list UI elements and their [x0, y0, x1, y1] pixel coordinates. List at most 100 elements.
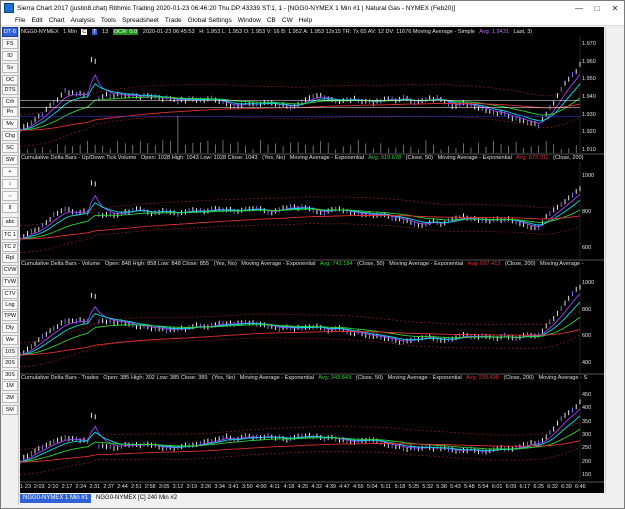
time-axis-label: 3:12 — [172, 484, 184, 490]
toolbar-button-dts[interactable]: DTS — [2, 85, 18, 95]
panel-flags: (Yes, No) — [262, 155, 286, 161]
updown-axis-label: 800 — [582, 209, 592, 215]
toolbar-button-cvw[interactable]: CVW — [2, 265, 18, 275]
time-axis-label: 1-23 — [20, 484, 32, 490]
ema-slow-label: Moving Average - Exponential — [437, 155, 512, 161]
toolbar-button-log[interactable]: Log — [2, 300, 18, 310]
ema-slow-value: Avg: 330.498 — [466, 375, 499, 381]
upper-band-line — [20, 196, 581, 226]
toolbar-button--[interactable]: ⇕ — [2, 203, 18, 213]
tab-chart-1[interactable]: NGG0-NYMEX 1 Min #1 — [20, 494, 92, 503]
toolbar-button-sc[interactable]: SC — [2, 143, 18, 153]
menu-chart[interactable]: Chart — [49, 17, 65, 24]
menu-bar: File Edit Chart Analysis Tools Spreadshe… — [1, 15, 624, 26]
toolbar-button-sw[interactable]: SW — [2, 155, 18, 165]
menu-cw[interactable]: CW — [282, 17, 293, 24]
panel-stats: Open: 1028 High: 1043 Low: 1028 Close: 1… — [140, 155, 258, 161]
time-axis-label: 6:46 — [575, 484, 586, 490]
toolbar-button-oc[interactable]: OC — [2, 75, 18, 85]
time-axis-label: 4:25 — [297, 484, 309, 490]
time-axis-label: 6:09 — [505, 484, 517, 490]
updown-axis-label: 600 — [582, 245, 592, 251]
time-axis-label: 4:55 — [353, 484, 364, 490]
time-axis-label: 4:39 — [325, 484, 336, 490]
menu-help[interactable]: Help — [299, 17, 312, 24]
menu-tools[interactable]: Tools — [101, 17, 116, 24]
toolbar-button-tc-2[interactable]: TC 2 — [2, 242, 18, 252]
vertical-scale-bar[interactable] — [605, 27, 622, 493]
time-axis-label: 5:04 — [366, 484, 378, 490]
toolbar-button-crh[interactable]: Crh — [2, 97, 18, 107]
toolbar-button-pn[interactable]: Pn — [2, 107, 18, 117]
toolbar-button-sv[interactable]: Sv — [2, 63, 18, 73]
chart-tab-bar: NGG0-NYMEX 1 Min #1 NGG0-NYMEX [C] 240 M… — [20, 493, 620, 504]
time-axis-label: 5:38 — [436, 484, 447, 490]
trades-axis-label: 400 — [582, 405, 592, 412]
toolbar-button-30s[interactable]: 30S — [2, 370, 18, 380]
toolbar-button-abc[interactable]: abc — [2, 217, 18, 227]
volume-axis-label: 400 — [582, 360, 592, 366]
menu-spreadsheet[interactable]: Spreadsheet — [122, 17, 159, 24]
toolbar-button-1m[interactable]: 1M — [2, 381, 18, 391]
toolbar-button-dly[interactable]: Dly — [2, 323, 18, 333]
time-axis-label: 4:11 — [269, 484, 281, 490]
interval-label: 1 Min — [63, 29, 77, 35]
toolbar-button-5m[interactable]: 5M — [2, 405, 18, 415]
toolbar-button-id[interactable]: ID — [2, 51, 18, 61]
toolbar-button-dt-6[interactable]: DT-6 — [2, 27, 18, 37]
toolbar-button-chg[interactable]: Chg — [2, 131, 18, 141]
ocr-box: OCR: 0.0 — [112, 29, 139, 35]
toolbar-button--[interactable]: ↕ — [2, 179, 18, 189]
toolbar-button-rpl[interactable]: Rpl — [2, 253, 18, 263]
toolbar-button-20s[interactable]: 20S — [2, 358, 18, 368]
lower-band-line — [20, 446, 581, 475]
ema-slow-label: Moving Average - Exponential — [389, 261, 464, 267]
price-axis-label: 1.910 — [582, 147, 596, 153]
time-axis-label: 4:47 — [339, 484, 350, 490]
time-axis-label: 2:10 — [47, 484, 59, 490]
price-axis-label: 1.920 — [582, 129, 596, 136]
minimize-button[interactable]: — — [570, 1, 588, 15]
menu-analysis[interactable]: Analysis — [71, 17, 95, 24]
time-axis-label: 2:03 — [33, 484, 45, 490]
time-axis-label: 2:51 — [131, 484, 142, 490]
toolbar-button-tvw[interactable]: TVW — [2, 277, 18, 287]
trades-axis-label: 200 — [582, 458, 592, 465]
price-axis-label: 1.940 — [582, 94, 596, 100]
toolbar-button-ctv[interactable]: CTV — [2, 289, 18, 299]
close-button[interactable]: ✕ — [606, 1, 624, 15]
menu-global-settings[interactable]: Global Settings — [188, 17, 232, 24]
toolbar-button-2m[interactable]: 2M — [2, 393, 18, 403]
panel-title: Cumulative Delta Bars - Volume — [21, 261, 101, 267]
toolbar-button-10s[interactable]: 10S — [2, 347, 18, 357]
sma-avg-value: Avg: 1.9431 — [479, 29, 509, 35]
toolbar-button-tpw[interactable]: TPW — [2, 311, 18, 321]
menu-file[interactable]: File — [15, 17, 25, 24]
ema-fast-param: (Close, 50) — [355, 375, 383, 381]
symbol-label: NGG0-NYMEX — [21, 29, 59, 35]
toolbar-button-we[interactable]: We — [2, 335, 18, 345]
toolbar-button-mv[interactable]: Mv — [2, 119, 18, 129]
price-axis-label: 1.950 — [582, 76, 596, 83]
toolbar-button-fs[interactable]: FS — [2, 39, 18, 49]
menu-trade[interactable]: Trade — [165, 17, 182, 24]
tab-chart-2[interactable]: NGG0-NYMEX [C] 240 Min #2 — [93, 494, 180, 503]
toolbar-button-tc-1[interactable]: TC 1 — [2, 230, 18, 240]
t-box[interactable]: T — [92, 29, 98, 35]
chart-area[interactable]: NGG0-NYMEX 1 Min C T 13 OCR: 0.0 2020-01… — [20, 27, 604, 493]
toolbar-button--[interactable]: + — [2, 167, 18, 177]
volume-axis-label: 600 — [582, 333, 592, 340]
menu-cb[interactable]: CB — [267, 17, 276, 24]
maximize-button[interactable]: □ — [588, 1, 606, 15]
time-axis-label: 2:24 — [75, 484, 87, 490]
volume-axis-label: 1000 — [582, 280, 595, 286]
menu-edit[interactable]: Edit — [31, 17, 42, 24]
c-box[interactable]: C — [81, 29, 88, 35]
time-axis-label: 3:50 — [242, 484, 253, 490]
time-axis-label: 6:32 — [547, 484, 558, 490]
panel-title: Cumulative Delta Bars - Trades — [21, 375, 99, 381]
menu-window[interactable]: Window — [238, 17, 261, 24]
toolbar-button--[interactable]: ⇔ — [2, 191, 18, 201]
panel-stats: Open: 385 High: 392 Low: 385 Close: 389 — [103, 375, 208, 381]
lower-band-line — [20, 223, 581, 253]
